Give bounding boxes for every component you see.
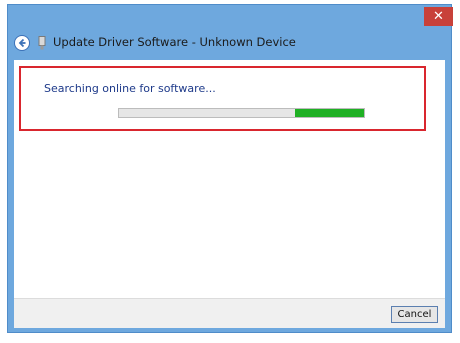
window-title: Update Driver Software - Unknown Device [53,35,296,49]
cancel-button[interactable]: Cancel [391,306,438,323]
device-icon [38,36,46,50]
close-icon: ✕ [433,9,444,24]
close-button[interactable]: ✕ [424,7,453,26]
status-highlight-box: Searching online for software... [19,66,426,131]
content-area: Searching online for software... [14,60,445,298]
progress-bar [118,108,365,118]
status-message: Searching online for software... [44,82,216,95]
dialog-window: ✕ Update Driver Software - Unknown Devic… [7,4,453,333]
progress-fill [295,109,364,117]
dialog-footer: Cancel [14,298,445,328]
title-bar: Update Driver Software - Unknown Device [8,26,451,60]
back-arrow-icon [18,38,26,48]
back-button[interactable] [14,35,30,51]
